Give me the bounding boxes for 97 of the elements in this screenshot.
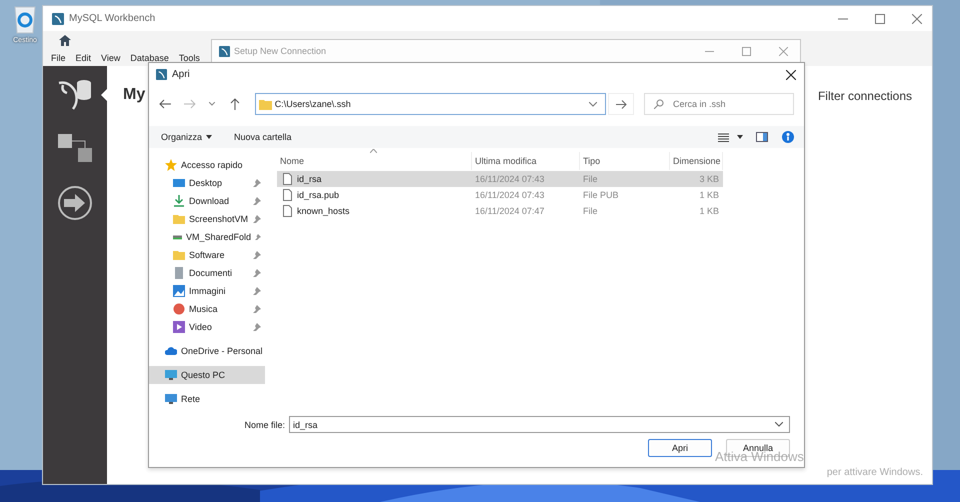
pin-icon[interactable]	[253, 269, 261, 277]
modified-date: 16/11/2024 07:43	[474, 190, 546, 200]
pin-icon[interactable]	[253, 287, 261, 295]
window-title: MySQL Workbench	[69, 13, 156, 24]
file-name: id_rsa.pub	[297, 190, 340, 200]
nav-item[interactable]: Questo PC	[149, 366, 265, 384]
menu-item[interactable]: Tools	[178, 52, 200, 62]
pin-icon[interactable]	[253, 323, 261, 331]
nav-item[interactable]: OneDrive - Personal	[149, 342, 269, 360]
view-list-icon[interactable]	[718, 132, 729, 142]
menu-item[interactable]: File	[51, 52, 66, 62]
sort-caret-icon	[370, 149, 377, 153]
activation-notice-text: per attivare Windows.	[826, 467, 923, 478]
folder-icon	[258, 98, 272, 110]
cloud-icon	[165, 345, 177, 357]
back-icon[interactable]	[159, 99, 171, 109]
nav-item[interactable]: Immagini	[149, 282, 269, 300]
download-icon	[173, 195, 185, 207]
pictures-icon	[173, 285, 185, 297]
up-icon[interactable]	[230, 98, 240, 110]
chevron-down-icon[interactable]	[208, 102, 215, 106]
file-name: id_rsa	[297, 174, 322, 184]
open-button[interactable]: Apri	[648, 439, 712, 457]
preview-pane-icon[interactable]	[756, 132, 768, 142]
caret-icon	[206, 135, 212, 139]
file-icon	[283, 189, 292, 201]
nav-item[interactable]: VM_SharedFold	[149, 228, 269, 246]
pin-icon[interactable]	[253, 215, 261, 223]
search-icon	[654, 99, 664, 109]
file-row[interactable]: id_rsa.pub 16/11/2024 07:43 File PUB 1 KB	[277, 187, 723, 203]
file-name: known_hosts	[297, 206, 350, 216]
column-header[interactable]: Ultima modifica	[472, 152, 580, 170]
maximize-icon[interactable]	[875, 14, 885, 24]
star-icon	[165, 159, 177, 171]
file-size: 1 KB	[698, 190, 720, 200]
recycle-bin-icon[interactable]	[12, 4, 38, 34]
chevron-down-icon[interactable]	[589, 102, 598, 106]
pin-icon[interactable]	[253, 251, 261, 259]
menu-item[interactable]: Database	[130, 52, 169, 62]
chevron-down-icon[interactable]	[775, 422, 783, 427]
column-header[interactable]: Dimensione	[670, 152, 723, 170]
folder-icon	[173, 213, 185, 225]
video-icon	[173, 321, 185, 333]
file-size: 3 KB	[698, 174, 720, 184]
file-row[interactable]: known_hosts 16/11/2024 07:47 File 1 KB	[277, 203, 723, 219]
file-size: 1 KB	[698, 206, 720, 216]
nav-item[interactable]: ScreenshotVM	[149, 210, 269, 228]
pin-icon[interactable]	[253, 197, 261, 205]
music-icon	[173, 303, 185, 315]
address-field[interactable]: C:\Users\zane\.ssh	[254, 93, 606, 115]
pc-icon	[165, 369, 177, 381]
arrow-icon	[616, 100, 627, 108]
file-row[interactable]: id_rsa 16/11/2024 07:43 File 3 KB	[277, 171, 723, 187]
window-title: Setup New Connection	[234, 46, 326, 56]
column-header[interactable]: Nome	[277, 152, 472, 170]
maximize-icon[interactable]	[742, 46, 751, 56]
menu-item[interactable]: Edit	[76, 52, 92, 62]
filename-field[interactable]: id_rsa	[289, 416, 790, 433]
pin-icon[interactable]	[253, 179, 261, 187]
network-icon	[165, 393, 177, 405]
file-type: File	[582, 174, 599, 184]
file-icon	[283, 205, 292, 217]
caret-icon[interactable]	[737, 135, 743, 139]
nav-item[interactable]: Software	[149, 246, 269, 264]
go-button[interactable]	[608, 93, 634, 115]
search-field[interactable]: Cerca in .ssh	[644, 93, 794, 115]
file-icon	[283, 173, 292, 185]
organize-menu[interactable]: Organizza	[161, 132, 212, 142]
page-heading: My	[123, 86, 146, 104]
home-icon	[59, 35, 71, 46]
modified-date: 16/11/2024 07:47	[474, 206, 546, 216]
nav-item[interactable]: Download	[149, 192, 269, 210]
column-header[interactable]: Tipo	[580, 152, 670, 170]
nav-item[interactable]: Rete	[149, 390, 269, 408]
dolphin-icon	[52, 12, 64, 24]
pin-icon[interactable]	[255, 233, 261, 241]
filename-label: Nome file:	[244, 420, 285, 430]
nav-item[interactable]: Documenti	[149, 264, 269, 282]
filter-connections-label[interactable]: Filter connections	[818, 89, 912, 103]
dolphin-icon	[156, 69, 167, 80]
file-type: File PUB	[582, 190, 620, 200]
modified-date: 16/11/2024 07:43	[474, 174, 546, 184]
dialog-title: Apri	[172, 69, 190, 80]
folder-icon	[173, 249, 185, 261]
dolphin-icon	[219, 46, 230, 56]
nav-item[interactable]: Video	[149, 318, 269, 336]
menu-item[interactable]: View	[101, 52, 120, 62]
nav-item[interactable]: Musica	[149, 300, 269, 318]
help-icon[interactable]	[782, 131, 794, 143]
desktop-icon	[173, 177, 185, 189]
nav-item[interactable]: Accesso rapido	[149, 156, 269, 174]
pin-icon[interactable]	[253, 305, 261, 313]
new-folder-button[interactable]: Nuova cartella	[234, 132, 292, 142]
nav-item[interactable]: Desktop	[149, 174, 269, 192]
close-icon[interactable]	[786, 70, 796, 80]
docs-icon	[173, 267, 185, 279]
file-type: File	[582, 206, 599, 216]
